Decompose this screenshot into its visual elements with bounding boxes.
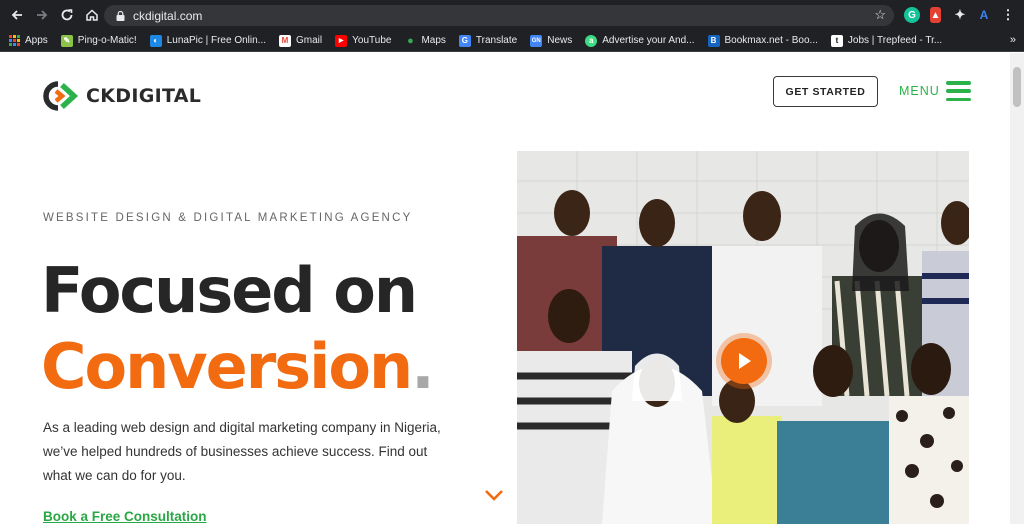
logo-text: CKDIGITAL (86, 85, 202, 107)
gmail-icon: M (279, 34, 292, 47)
address-bar[interactable]: ckdigital.com ☆ (104, 5, 894, 26)
hero-headline: Focused on Conversion. (41, 253, 435, 405)
bookmark-label: Jobs | Trepfeed - Tr... (847, 35, 943, 46)
translate-icon: G (458, 34, 471, 47)
play-video-button[interactable] (716, 333, 772, 389)
headline-dot: . (411, 330, 435, 403)
bookmarks-bar: Apps ✎ Ping-o-Matic! ◐ LunaPic | Free On… (0, 30, 1024, 52)
page-scrollbar[interactable] (1010, 53, 1024, 524)
bookmark-gmail[interactable]: M Gmail (279, 34, 323, 47)
android-icon: a (585, 34, 598, 47)
scrollbar-thumb[interactable] (1013, 67, 1021, 107)
browser-toolbar: ckdigital.com ☆ G ▲ ✦ A ⋮ (0, 0, 1024, 30)
maps-pin-icon: ● (407, 34, 414, 47)
headline-line-2: Conversion (41, 330, 413, 403)
webpage: CKDIGITAL GET STARTED MENU WEBSITE DESIG… (0, 53, 1010, 524)
bookmark-label: YouTube (352, 35, 392, 46)
lunapic-icon: ◐ (149, 34, 162, 47)
bookmark-advertise[interactable]: a Advertise your And... (585, 34, 695, 47)
hamburger-menu-icon (945, 81, 971, 101)
bookmark-maps[interactable]: ● Maps (404, 34, 446, 47)
extensions-puzzle-icon[interactable]: ✦ (952, 7, 968, 23)
ping-o-matic-icon: ✎ (60, 34, 73, 47)
bookmax-icon: B (707, 34, 720, 47)
blue-extension-icon[interactable]: A (976, 7, 992, 23)
headline-line-1: Focused on (41, 254, 418, 327)
bookmark-label: News (547, 35, 573, 46)
lock-icon (115, 10, 125, 21)
bookmark-trepfeed[interactable]: t Jobs | Trepfeed - Tr... (830, 34, 943, 47)
apps-grid-icon (8, 35, 20, 47)
chevron-down-icon[interactable] (484, 488, 504, 502)
bookmark-label: Maps (421, 35, 446, 46)
bookmark-apps[interactable]: Apps (8, 35, 48, 47)
back-arrow-icon[interactable] (6, 4, 28, 26)
bookmark-label: Advertise your And... (602, 35, 695, 46)
forward-arrow-icon[interactable] (31, 4, 53, 26)
play-icon (721, 338, 767, 384)
bookmark-label: Apps (25, 35, 48, 46)
grammarly-extension-icon[interactable]: G (904, 7, 920, 23)
bookmark-label: LunaPic | Free Onlin... (166, 35, 267, 46)
home-icon[interactable] (81, 4, 103, 26)
bookmark-bookmax[interactable]: B Bookmax.net - Boo... (707, 34, 818, 47)
reload-icon[interactable] (56, 4, 78, 26)
news-icon: GN (530, 34, 543, 47)
bookmark-label: Gmail (296, 35, 323, 46)
red-extension-icon[interactable]: ▲ (930, 7, 941, 23)
bookmark-news[interactable]: GN News (530, 34, 573, 47)
bookmark-translate[interactable]: G Translate (458, 34, 518, 47)
bookmark-lunapic[interactable]: ◐ LunaPic | Free Onlin... (149, 34, 267, 47)
hero-tagline: WEBSITE DESIGN & DIGITAL MARKETING AGENC… (43, 212, 413, 224)
bookmark-youtube[interactable]: ▶ YouTube (335, 34, 392, 47)
youtube-icon: ▶ (335, 34, 348, 47)
address-url: ckdigital.com (133, 8, 203, 23)
bookmark-ping-o-matic[interactable]: ✎ Ping-o-Matic! (60, 34, 137, 47)
hero-description: As a leading web design and digital mark… (43, 420, 441, 483)
menu-button[interactable]: MENU (899, 81, 971, 101)
menu-label: MENU (899, 84, 940, 98)
bookmark-label: Bookmax.net - Boo... (724, 35, 818, 46)
bookmark-label: Ping-o-Matic! (77, 35, 137, 46)
chrome-menu-icon[interactable]: ⋮ (1000, 7, 1016, 23)
bookmark-star-icon[interactable]: ☆ (874, 7, 886, 23)
bookmark-label: Translate (475, 35, 518, 46)
trepfeed-icon: t (830, 34, 843, 47)
get-started-button[interactable]: GET STARTED (773, 76, 878, 107)
more-bookmarks-icon[interactable]: » (1010, 34, 1016, 46)
site-logo[interactable]: CKDIGITAL (42, 81, 201, 111)
book-consultation-link[interactable]: Book a Free Consultation (43, 509, 207, 524)
ckdigital-logo-mark-icon (43, 81, 79, 111)
